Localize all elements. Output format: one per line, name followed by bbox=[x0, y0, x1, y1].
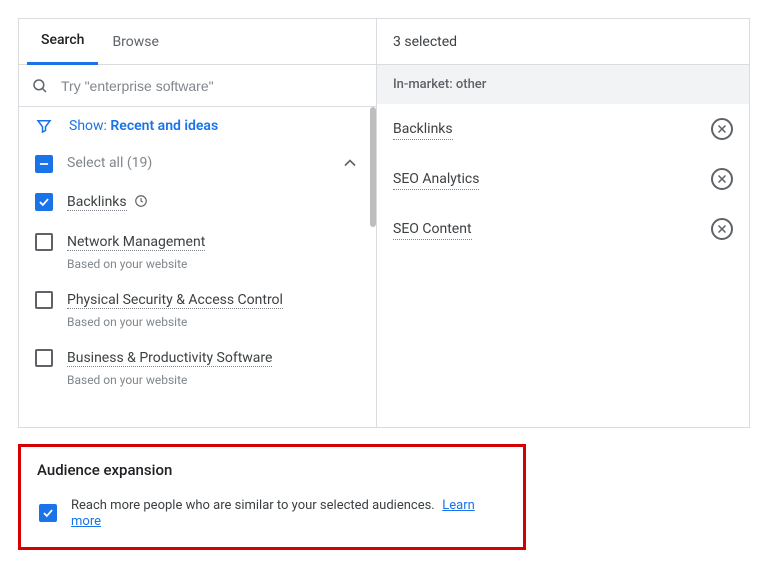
expansion-row: Reach more people who are similar to you… bbox=[37, 497, 507, 529]
search-icon bbox=[31, 77, 49, 95]
item-title: Physical Security & Access Control bbox=[67, 292, 283, 309]
clock-icon bbox=[134, 194, 148, 208]
item-title: Backlinks bbox=[67, 194, 127, 211]
left-column: Search Browse Show: Recent and ideas bbox=[19, 19, 377, 427]
audience-expansion-box: Audience expansion Reach more people who… bbox=[18, 444, 526, 550]
selected-item-title: SEO Content bbox=[393, 219, 472, 240]
expansion-checkbox[interactable] bbox=[39, 504, 57, 522]
checkbox[interactable] bbox=[35, 291, 53, 309]
scrollbar[interactable] bbox=[370, 107, 376, 227]
item-subtitle: Based on your website bbox=[67, 257, 360, 271]
indeterminate-icon bbox=[37, 157, 51, 171]
remove-button[interactable] bbox=[711, 168, 733, 190]
close-icon bbox=[716, 123, 728, 135]
selected-item: SEO Content bbox=[377, 204, 749, 254]
remove-button[interactable] bbox=[711, 118, 733, 140]
item-subtitle: Based on your website bbox=[67, 315, 360, 329]
list-item[interactable]: Business & Productivity Software Based o… bbox=[19, 339, 376, 397]
tab-bar: Search Browse bbox=[19, 19, 376, 65]
item-body: Physical Security & Access Control Based… bbox=[67, 289, 360, 329]
filter-icon bbox=[35, 117, 53, 135]
selected-item: Backlinks bbox=[377, 104, 749, 154]
checkbox[interactable] bbox=[35, 233, 53, 251]
filter-show-value: Recent and ideas bbox=[110, 118, 218, 134]
list-item[interactable]: Physical Security & Access Control Based… bbox=[19, 281, 376, 339]
expansion-text-wrap: Reach more people who are similar to you… bbox=[71, 497, 507, 529]
audience-panel: Search Browse Show: Recent and ideas bbox=[18, 18, 750, 428]
search-input[interactable] bbox=[59, 77, 364, 95]
list-item[interactable]: Backlinks bbox=[19, 183, 376, 223]
selected-item-title: Backlinks bbox=[393, 119, 453, 140]
item-body: Network Management Based on your website bbox=[67, 231, 360, 271]
close-icon bbox=[716, 173, 728, 185]
filter-label: Show: Recent and ideas bbox=[69, 118, 218, 134]
item-title: Network Management bbox=[67, 234, 205, 251]
checkbox[interactable] bbox=[35, 349, 53, 367]
close-icon bbox=[716, 223, 728, 235]
selected-item-title: SEO Analytics bbox=[393, 169, 479, 190]
selected-count: 3 selected bbox=[377, 19, 749, 65]
select-all-checkbox[interactable] bbox=[35, 155, 53, 173]
right-column: 3 selected In-market: other Backlinks SE… bbox=[377, 19, 749, 427]
checkbox[interactable] bbox=[35, 193, 53, 211]
selected-item: SEO Analytics bbox=[377, 154, 749, 204]
selected-category: In-market: other bbox=[377, 65, 749, 104]
item-title: Business & Productivity Software bbox=[67, 350, 272, 367]
search-row bbox=[19, 65, 376, 107]
item-subtitle: Based on your website bbox=[67, 373, 360, 387]
check-icon bbox=[41, 506, 55, 520]
chevron-up-icon[interactable] bbox=[340, 153, 360, 173]
item-body: Business & Productivity Software Based o… bbox=[67, 347, 360, 387]
audience-list: Show: Recent and ideas Select all (19) bbox=[19, 107, 376, 427]
expansion-text: Reach more people who are similar to you… bbox=[71, 498, 435, 513]
check-icon bbox=[37, 195, 51, 209]
filter-show-prefix: Show: bbox=[69, 118, 110, 134]
item-body: Backlinks bbox=[67, 191, 360, 213]
filter-row[interactable]: Show: Recent and ideas bbox=[19, 107, 376, 145]
list-item[interactable]: Network Management Based on your website bbox=[19, 223, 376, 281]
tab-search[interactable]: Search bbox=[27, 19, 98, 65]
tab-browse[interactable]: Browse bbox=[98, 19, 172, 65]
expansion-title: Audience expansion bbox=[37, 461, 507, 479]
remove-button[interactable] bbox=[711, 218, 733, 240]
select-all-label: Select all (19) bbox=[67, 155, 152, 171]
expansion-wrap: Audience expansion Reach more people who… bbox=[18, 444, 750, 550]
select-all-row[interactable]: Select all (19) bbox=[19, 145, 376, 183]
